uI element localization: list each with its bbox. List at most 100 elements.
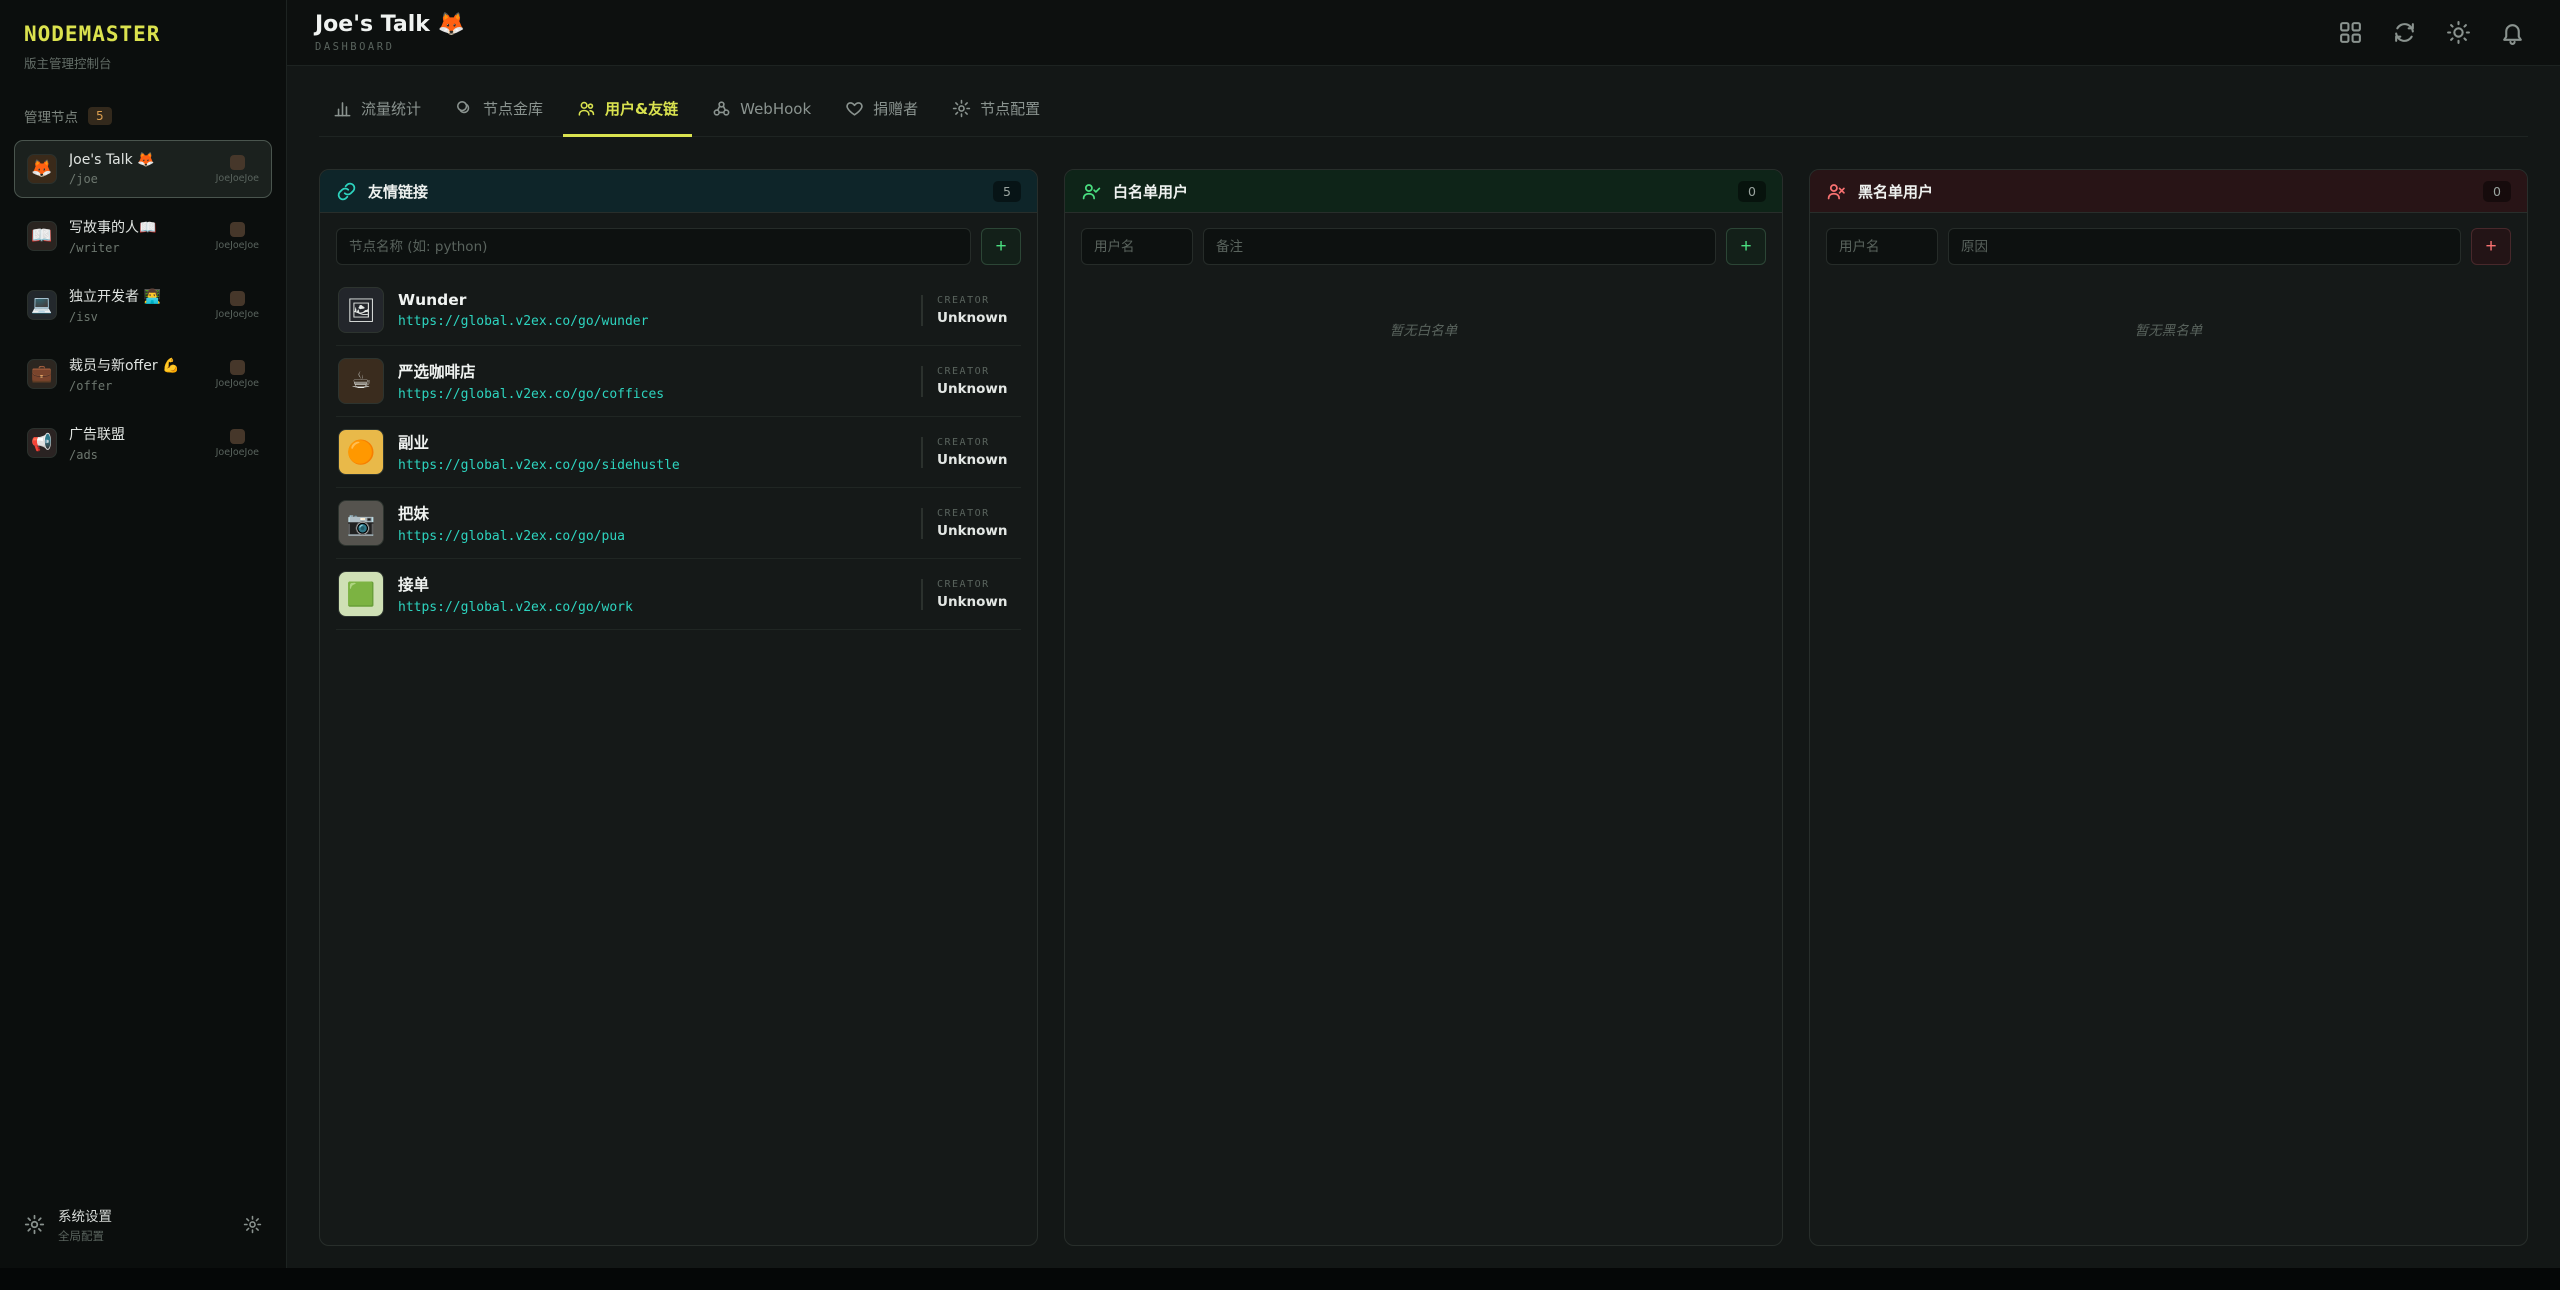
blacklist-panel: 黑名单用户 0 + 暂无黑名单 bbox=[1809, 169, 2528, 1246]
creator-block: CREATOR Unknown bbox=[921, 437, 1019, 468]
system-settings[interactable]: 系统设置 全局配置 bbox=[0, 1185, 286, 1268]
brand-block: NODEMASTER 版主管理控制台 bbox=[0, 0, 286, 78]
sidebar-node-offer[interactable]: 💼 裁员与新offer 💪 /offer JoeJoeJoe bbox=[14, 343, 272, 405]
tab-label: 节点配置 bbox=[980, 98, 1040, 119]
whitelist-note-input[interactable] bbox=[1203, 228, 1716, 265]
link-name: 把妹 bbox=[398, 502, 625, 524]
node-path: /writer bbox=[69, 241, 156, 255]
tab-label: 节点金库 bbox=[483, 98, 543, 119]
friend-link-row-pua[interactable]: 📷 把妹 https://global.v2ex.co/go/pua CREAT… bbox=[336, 488, 1021, 559]
add-link-button[interactable]: + bbox=[981, 228, 1021, 265]
friend-links-count-badge: 5 bbox=[993, 181, 1021, 202]
whitelist-header: 白名单用户 0 bbox=[1065, 170, 1782, 213]
link-url[interactable]: https://global.v2ex.co/go/sidehustle bbox=[398, 458, 680, 473]
app-window: NODEMASTER 版主管理控制台 管理节点 5 🦊 Joe's Talk 🦊… bbox=[0, 0, 2560, 1268]
header-title-block: Joe's Talk 🦊 DASHBOARD bbox=[315, 12, 465, 53]
owner-name: JoeJoeJoe bbox=[216, 447, 259, 458]
user-x-icon bbox=[1826, 181, 1847, 202]
node-text: 广告联盟 /ads bbox=[69, 424, 125, 462]
blacklist-username-input[interactable] bbox=[1826, 228, 1938, 265]
creator-value: Unknown bbox=[937, 523, 1019, 539]
node-text: 裁员与新offer 💪 /offer bbox=[69, 355, 179, 393]
node-avatar: 📖 bbox=[27, 221, 57, 251]
top-header: Joe's Talk 🦊 DASHBOARD bbox=[287, 0, 2560, 66]
blacklist-reason-input[interactable] bbox=[1948, 228, 2461, 265]
node-avatar-icon: 💼 bbox=[31, 364, 52, 384]
whitelist-username-input[interactable] bbox=[1081, 228, 1193, 265]
tab-label: WebHook bbox=[740, 100, 811, 118]
whitelist-count-badge: 0 bbox=[1738, 181, 1766, 202]
link-name: 接单 bbox=[398, 573, 633, 595]
node-owner: JoeJoeJoe bbox=[216, 291, 259, 320]
sidebar-node-ads[interactable]: 📢 广告联盟 /ads JoeJoeJoe bbox=[14, 412, 272, 474]
tab-traffic-stats[interactable]: 流量统计 bbox=[319, 86, 435, 137]
blacklist-title: 黑名单用户 bbox=[1858, 181, 1933, 202]
tab-label: 捐赠者 bbox=[873, 98, 918, 119]
sidebar-node-writer[interactable]: 📖 写故事的人📖 /writer JoeJoeJoe bbox=[14, 205, 272, 267]
node-avatar-icon: 📖 bbox=[31, 226, 52, 246]
link-url[interactable]: https://global.v2ex.co/go/work bbox=[398, 600, 633, 615]
add-whitelist-button[interactable]: + bbox=[1726, 228, 1766, 265]
creator-block: CREATOR Unknown bbox=[921, 508, 1019, 539]
link-avatar-icon: 🟠 bbox=[347, 439, 376, 466]
managed-nodes-count-badge: 5 bbox=[88, 107, 112, 125]
owner-avatar bbox=[230, 291, 245, 306]
sidebar: NODEMASTER 版主管理控制台 管理节点 5 🦊 Joe's Talk 🦊… bbox=[0, 0, 287, 1268]
link-text: 接单 https://global.v2ex.co/go/work bbox=[398, 573, 633, 615]
sidebar-node-joe[interactable]: 🦊 Joe's Talk 🦊 /joe JoeJoeJoe bbox=[14, 140, 272, 198]
owner-avatar bbox=[230, 222, 245, 237]
link-text: 副业 https://global.v2ex.co/go/sidehustle bbox=[398, 431, 680, 473]
node-path: /isv bbox=[69, 310, 161, 324]
link-avatar-icon: 📷 bbox=[347, 510, 376, 537]
settings-gear-icon[interactable] bbox=[24, 1214, 45, 1235]
owner-name: JoeJoeJoe bbox=[216, 309, 259, 320]
tab-label: 用户&友链 bbox=[605, 98, 678, 119]
users-icon bbox=[577, 99, 596, 118]
friend-link-row-sidehustle[interactable]: 🟠 副业 https://global.v2ex.co/go/sidehustl… bbox=[336, 417, 1021, 488]
tab-node-config[interactable]: 节点配置 bbox=[938, 86, 1054, 137]
owner-avatar bbox=[230, 429, 245, 444]
add-blacklist-button[interactable]: + bbox=[2471, 228, 2511, 265]
tab-bar: 流量统计 节点金库 用户&友链 WebHook 捐赠者 bbox=[319, 86, 2528, 137]
refresh-button[interactable] bbox=[2384, 13, 2424, 53]
header-actions bbox=[2330, 13, 2532, 53]
notifications-button[interactable] bbox=[2492, 13, 2532, 53]
creator-label: CREATOR bbox=[937, 366, 1019, 377]
tab-donors[interactable]: 捐赠者 bbox=[831, 86, 932, 137]
tab-users-links[interactable]: 用户&友链 bbox=[563, 86, 692, 137]
link-url[interactable]: https://global.v2ex.co/go/coffices bbox=[398, 387, 664, 402]
friend-link-row-work[interactable]: 🟩 接单 https://global.v2ex.co/go/work CREA… bbox=[336, 559, 1021, 630]
owner-name: JoeJoeJoe bbox=[216, 240, 259, 251]
add-whitelist-row: + bbox=[1081, 228, 1766, 265]
sidebar-node-isv[interactable]: 💻 独立开发者 👨‍💻 /isv JoeJoeJoe bbox=[14, 274, 272, 336]
link-avatar-icon: 🖼 bbox=[346, 297, 375, 324]
main-area: Joe's Talk 🦊 DASHBOARD 流量统计 节点金库 bbox=[287, 0, 2560, 1268]
whitelist-title: 白名单用户 bbox=[1113, 181, 1188, 202]
owner-name: JoeJoeJoe bbox=[216, 378, 259, 389]
owner-name: JoeJoeJoe bbox=[216, 173, 259, 184]
link-url[interactable]: https://global.v2ex.co/go/wunder bbox=[398, 314, 648, 329]
node-text: 独立开发者 👨‍💻 /isv bbox=[69, 286, 161, 324]
node-list: 🦊 Joe's Talk 🦊 /joe JoeJoeJoe 📖 写故事的人📖 /… bbox=[0, 140, 286, 481]
node-avatar: 🦊 bbox=[27, 154, 57, 184]
owner-avatar bbox=[230, 155, 245, 170]
creator-value: Unknown bbox=[937, 594, 1019, 610]
node-text: Joe's Talk 🦊 /joe bbox=[69, 152, 155, 186]
tab-webhook[interactable]: WebHook bbox=[698, 86, 825, 137]
node-name: 独立开发者 👨‍💻 bbox=[69, 286, 161, 306]
node-owner: JoeJoeJoe bbox=[216, 222, 259, 251]
tab-node-treasury[interactable]: 节点金库 bbox=[441, 86, 557, 137]
brand-title: NODEMASTER bbox=[24, 22, 262, 46]
apps-grid-button[interactable] bbox=[2330, 13, 2370, 53]
global-config-gear-icon[interactable] bbox=[243, 1215, 262, 1234]
friend-link-row-wunder[interactable]: 🖼 Wunder https://global.v2ex.co/go/wunde… bbox=[336, 275, 1021, 346]
link-url[interactable]: https://global.v2ex.co/go/pua bbox=[398, 529, 625, 544]
friend-links-title: 友情链接 bbox=[368, 181, 428, 202]
friend-link-row-coffices[interactable]: ☕ 严选咖啡店 https://global.v2ex.co/go/coffic… bbox=[336, 346, 1021, 417]
tab-label: 流量统计 bbox=[361, 98, 421, 119]
theme-toggle-button[interactable] bbox=[2438, 13, 2478, 53]
node-avatar-icon: 🦊 bbox=[31, 159, 52, 179]
creator-block: CREATOR Unknown bbox=[921, 366, 1019, 397]
link-name-input[interactable] bbox=[336, 228, 971, 265]
node-owner: JoeJoeJoe bbox=[216, 155, 259, 184]
